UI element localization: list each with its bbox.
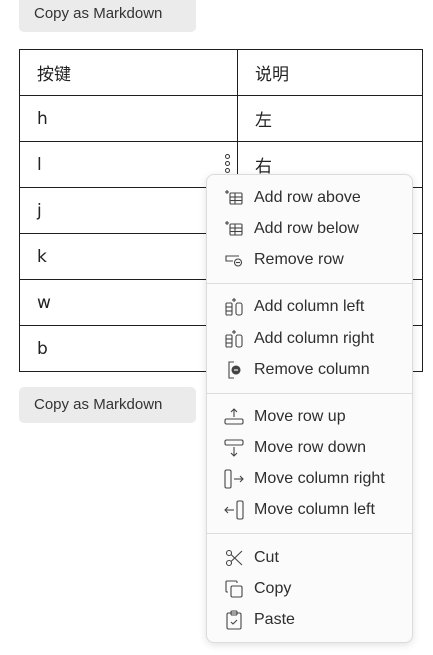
menu-item-paste[interactable]: Paste: [207, 606, 412, 634]
menu-item-label: Move column right: [254, 470, 385, 487]
table-header-cell[interactable]: 说明: [237, 49, 423, 96]
move-row-down-icon: [224, 438, 244, 458]
table-cell[interactable]: h: [19, 95, 238, 142]
table-cell[interactable]: w: [19, 279, 238, 326]
menu-item-label: Move column left: [254, 501, 375, 518]
copy-as-markdown-button-top[interactable]: Copy as Markdown: [19, 0, 196, 32]
table-context-menu: Add row above Add row below Remove row A…: [206, 174, 413, 643]
add-row-above-icon: [224, 188, 244, 208]
move-row-up-icon: [224, 407, 244, 427]
menu-item-add-column-left[interactable]: Add column left: [207, 293, 412, 321]
menu-item-add-row-below[interactable]: Add row below: [207, 215, 412, 243]
menu-separator: [207, 283, 412, 284]
table-header-row: 按键 说明: [19, 49, 423, 96]
menu-item-move-column-left[interactable]: Move column left: [207, 496, 412, 524]
copy-icon: [224, 579, 244, 599]
table-cell[interactable]: j: [19, 187, 238, 234]
menu-item-move-column-right[interactable]: Move column right: [207, 465, 412, 493]
menu-item-label: Move row up: [254, 408, 346, 425]
remove-row-icon: [224, 250, 244, 270]
menu-item-label: Remove column: [254, 361, 370, 378]
remove-column-icon: [224, 360, 244, 380]
table-cell[interactable]: b: [19, 325, 238, 372]
scissors-icon: [224, 548, 244, 568]
menu-item-remove-row[interactable]: Remove row: [207, 246, 412, 274]
menu-item-label: Copy: [254, 580, 292, 597]
clipboard-icon: [224, 610, 244, 630]
add-column-left-icon: [224, 297, 244, 317]
menu-item-label: Paste: [254, 611, 295, 628]
add-column-right-icon: [224, 329, 244, 349]
menu-item-label: Add column left: [254, 298, 365, 315]
menu-separator: [207, 533, 412, 534]
menu-item-label: Add row above: [254, 189, 361, 206]
table-cell[interactable]: 左: [237, 95, 423, 142]
row-handle-icon[interactable]: [225, 154, 231, 176]
menu-item-move-row-down[interactable]: Move row down: [207, 434, 412, 462]
table-cell[interactable]: k: [19, 233, 238, 280]
menu-separator: [207, 393, 412, 394]
menu-item-label: Cut: [254, 549, 279, 566]
table-cell[interactable]: l: [19, 141, 238, 188]
menu-item-label: Move row down: [254, 439, 367, 456]
menu-item-add-column-right[interactable]: Add column right: [207, 325, 412, 353]
copy-as-markdown-button-bottom[interactable]: Copy as Markdown: [19, 387, 196, 423]
move-column-right-icon: [224, 469, 244, 489]
menu-item-label: Remove row: [254, 251, 344, 268]
menu-item-label: Add row below: [254, 220, 359, 237]
table-cell-text: l: [37, 154, 42, 175]
menu-item-label: Add column right: [254, 330, 375, 347]
menu-item-cut[interactable]: Cut: [207, 544, 412, 572]
menu-item-copy[interactable]: Copy: [207, 575, 412, 603]
menu-item-move-row-up[interactable]: Move row up: [207, 403, 412, 431]
add-row-below-icon: [224, 219, 244, 239]
menu-item-remove-column[interactable]: Remove column: [207, 356, 412, 384]
menu-item-add-row-above[interactable]: Add row above: [207, 184, 412, 212]
table-row: h 左: [19, 95, 423, 142]
move-column-left-icon: [224, 500, 244, 520]
table-header-cell[interactable]: 按键: [19, 49, 238, 96]
